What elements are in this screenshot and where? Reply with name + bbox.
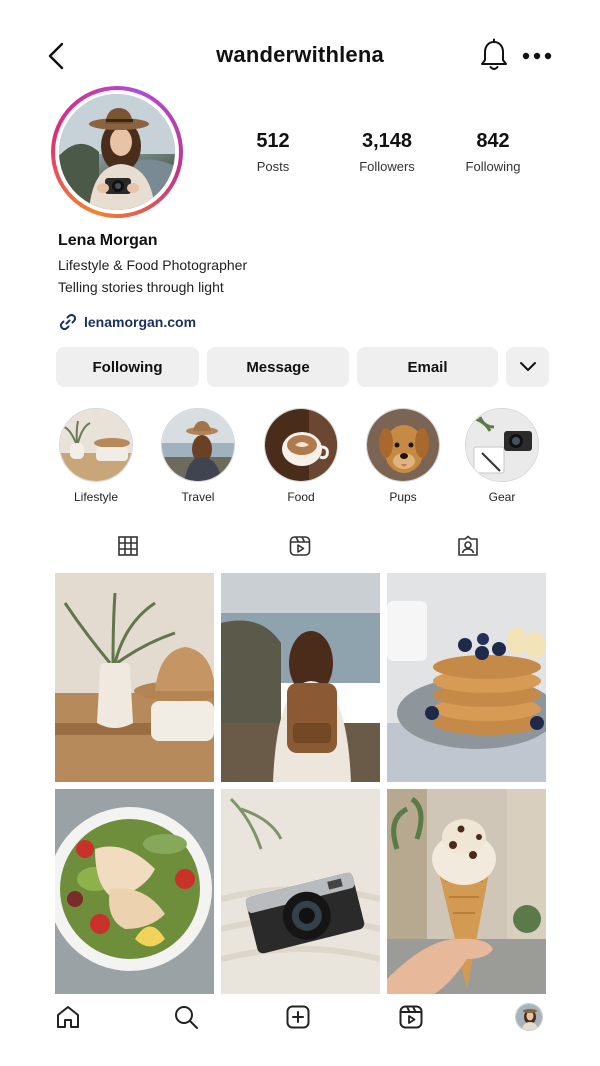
profile-avatar[interactable]	[515, 1003, 543, 1031]
posts-count: 512	[256, 130, 290, 152]
avatar-illustration	[59, 94, 175, 210]
highlight-travel-label: Travel	[181, 490, 215, 504]
post-thumbnail[interactable]	[387, 573, 546, 782]
highlight-lifestyle-cover	[59, 408, 133, 482]
expand-suggestions-button[interactable]	[506, 347, 549, 387]
following-button[interactable]: Following	[56, 347, 199, 387]
post-pancakes-with-blueberries	[387, 573, 546, 782]
followers-stat[interactable]: 3,148 Followers	[332, 130, 442, 174]
post-vintage-camera-on-knit	[221, 789, 380, 998]
post-ice-cream-cone-street	[387, 789, 546, 998]
post-thumbnail[interactable]	[55, 789, 214, 998]
avatar-photo	[59, 94, 175, 210]
reels-icon[interactable]	[398, 1004, 424, 1030]
post-thumbnail[interactable]	[221, 789, 380, 998]
profile-link-text[interactable]: lenamorgan.com	[84, 314, 196, 330]
highlight-lifestyle-label: Lifestyle	[73, 490, 119, 504]
profile-avatar[interactable]	[51, 86, 183, 218]
highlight-pups-label: Pups	[389, 490, 417, 504]
email-button[interactable]: Email	[357, 347, 498, 387]
highlight-gear[interactable]: Gear	[459, 408, 545, 504]
profile-link[interactable]: lenamorgan.com	[58, 311, 196, 333]
following-count: 842	[476, 130, 510, 152]
posts-stat[interactable]: 512 Posts	[218, 130, 328, 174]
post-chicken-salad-bowl	[55, 789, 214, 998]
highlight-lifestyle[interactable]: Lifestyle	[53, 408, 139, 504]
home-icon[interactable]	[55, 1004, 81, 1030]
highlight-food[interactable]: Food	[258, 408, 344, 504]
message-button[interactable]: Message	[207, 347, 349, 387]
more-dots-icon[interactable]	[520, 44, 554, 68]
post-thumbnail[interactable]	[55, 573, 214, 782]
following-label: Following	[465, 159, 521, 174]
profile-name: Lena Morgan	[58, 232, 158, 249]
post-thumbnail[interactable]	[221, 573, 380, 782]
grid-icon[interactable]	[116, 534, 140, 558]
highlight-pups[interactable]: Pups	[360, 408, 446, 504]
bio-line-1: Lifestyle & Food Photographer	[58, 257, 248, 273]
post-plant-vase-and-hat	[55, 573, 214, 782]
create-icon[interactable]	[285, 1004, 311, 1030]
reels-icon[interactable]	[288, 534, 312, 558]
posts-label: Posts	[256, 159, 290, 174]
link-icon	[59, 313, 77, 331]
highlight-food-label: Food	[287, 490, 315, 504]
post-thumbnail[interactable]	[387, 789, 546, 998]
bio-line-2: Telling stories through light	[58, 279, 224, 295]
post-woman-with-backpack-at-coast	[221, 573, 380, 782]
tagged-icon[interactable]	[456, 534, 480, 558]
highlight-gear-cover	[465, 408, 539, 482]
followers-label: Followers	[359, 159, 415, 174]
bell-icon[interactable]	[478, 38, 510, 72]
search-icon[interactable]	[173, 1004, 199, 1030]
highlight-food-cover	[264, 408, 338, 482]
highlight-travel[interactable]: Travel	[155, 408, 241, 504]
followers-count: 3,148	[361, 130, 413, 152]
highlight-gear-label: Gear	[488, 490, 516, 504]
chevron-down-icon	[519, 362, 536, 371]
avatar-border	[55, 90, 179, 214]
following-stat[interactable]: 842 Following	[438, 130, 548, 174]
profile-username: wanderwithlena	[216, 42, 384, 67]
highlight-pups-cover	[366, 408, 440, 482]
highlight-travel-cover	[161, 408, 235, 482]
